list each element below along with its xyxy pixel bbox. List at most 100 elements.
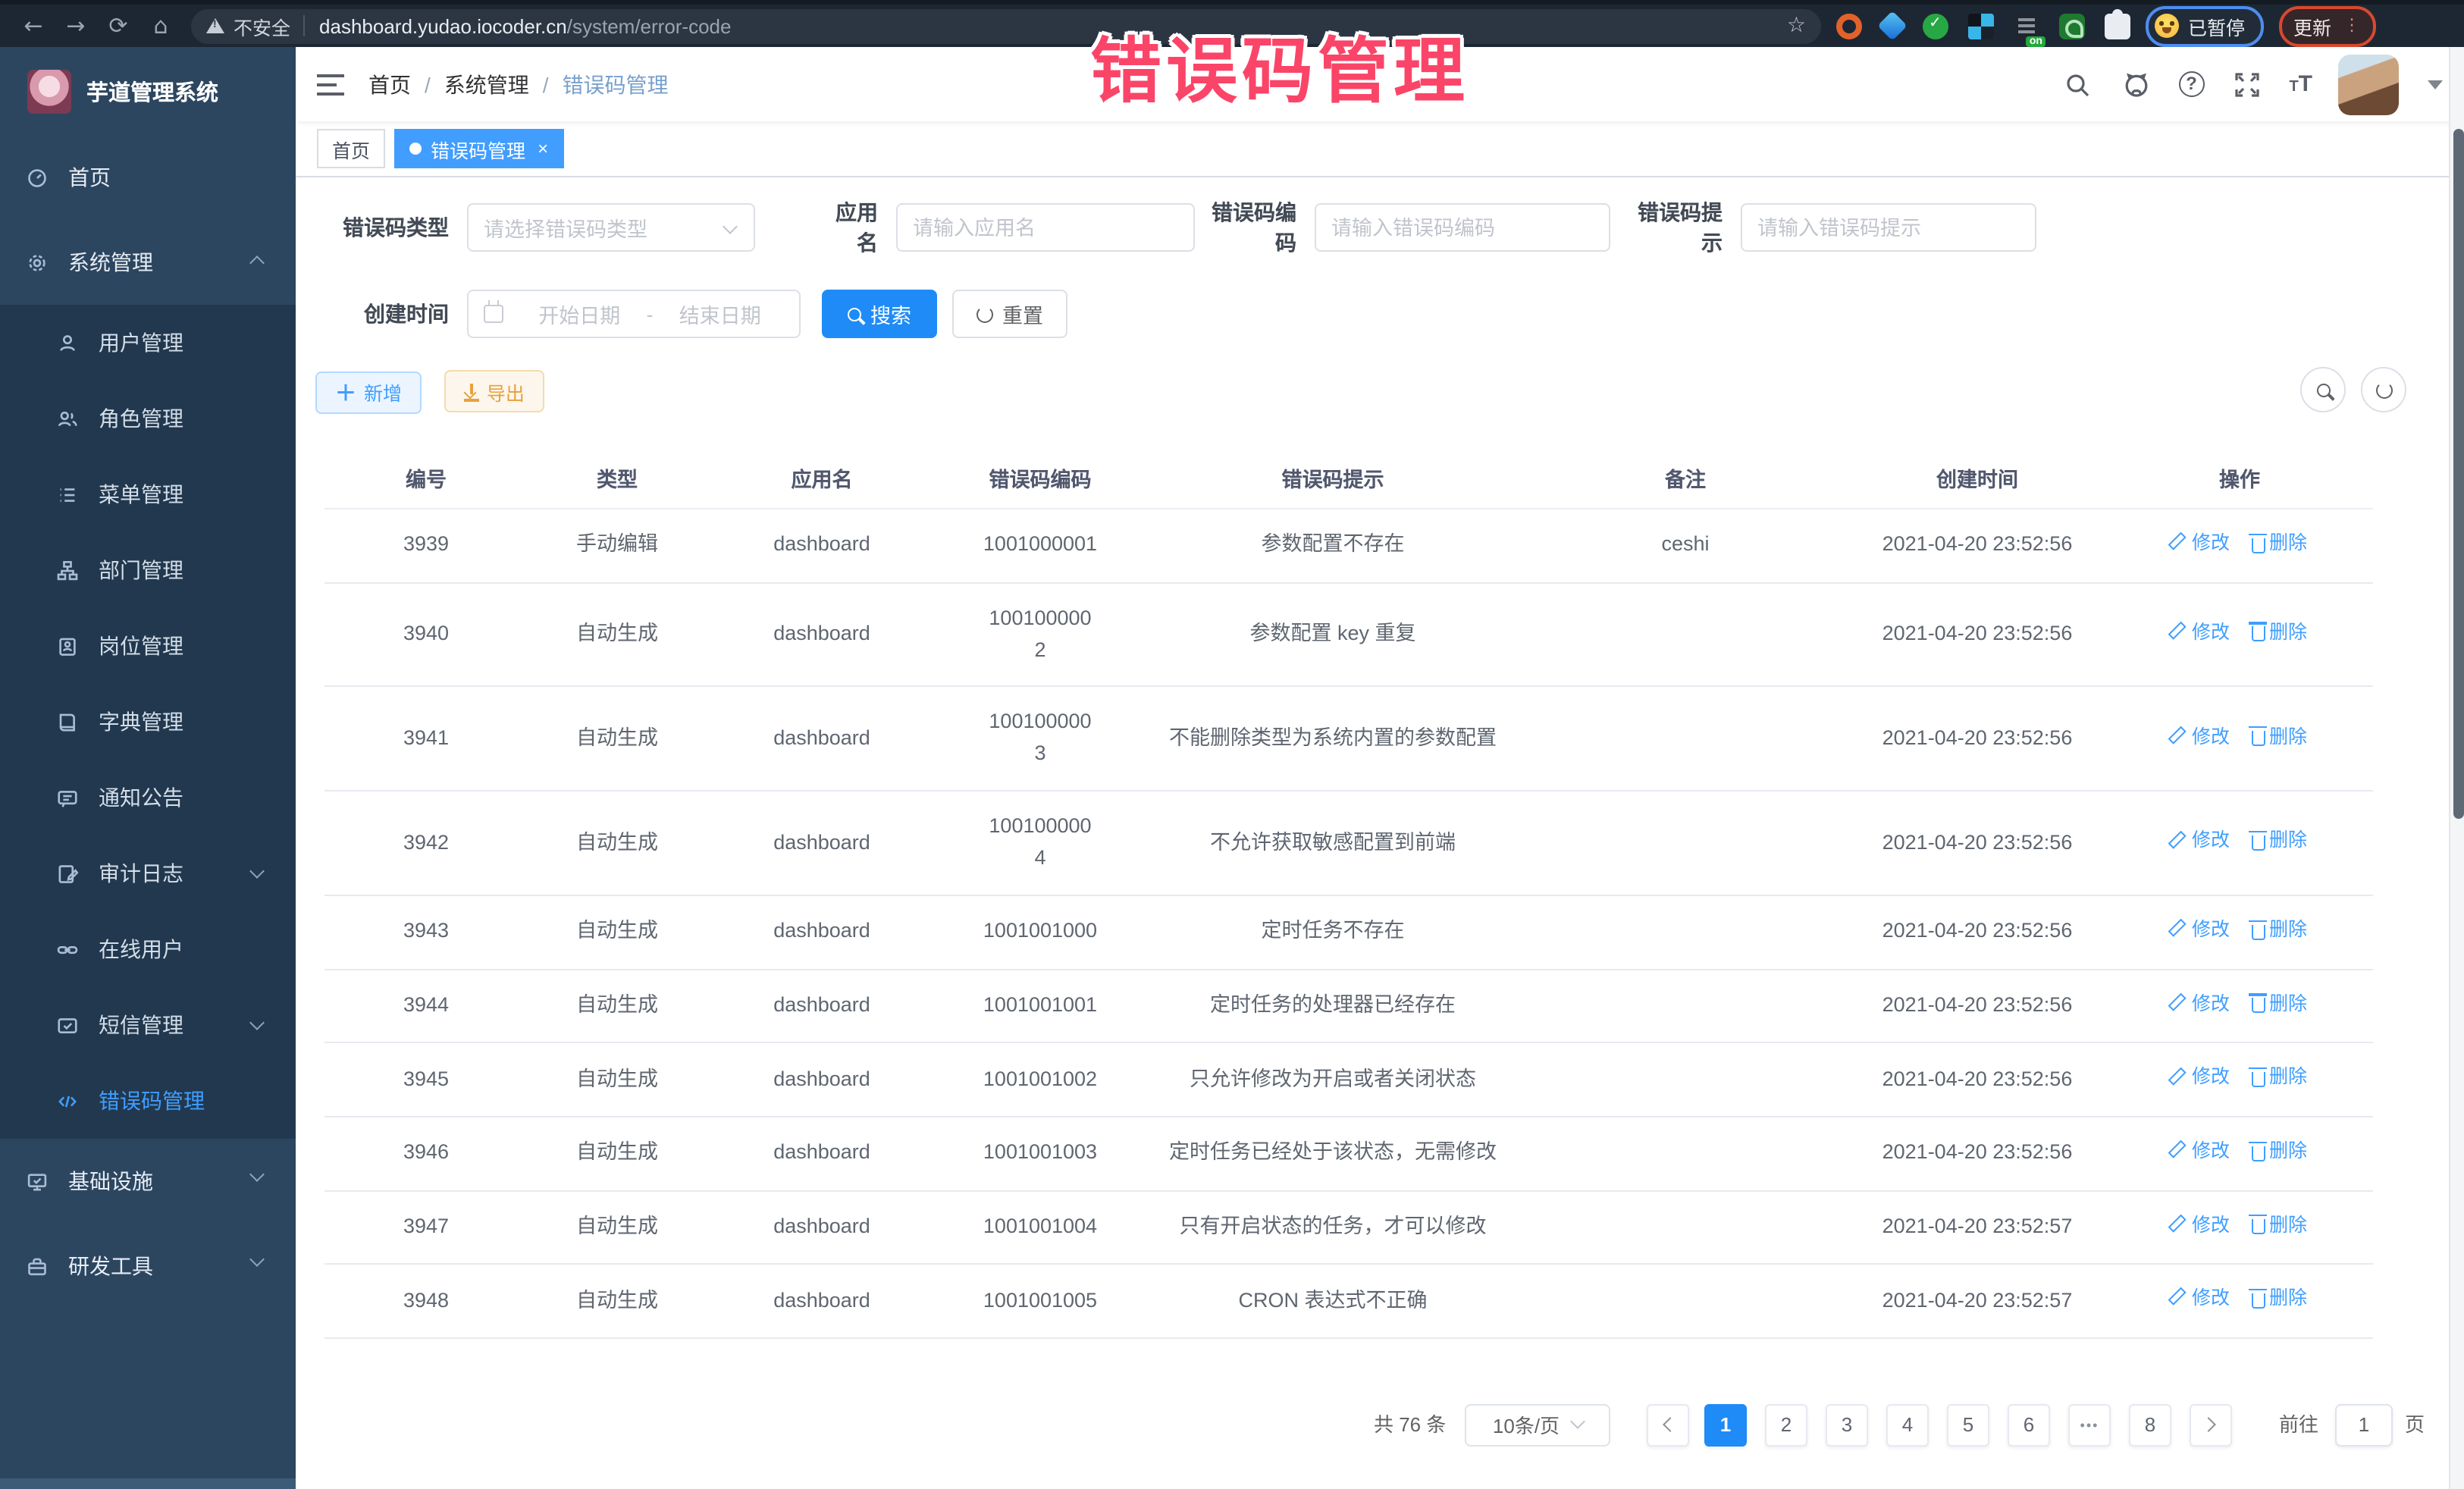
edit-link[interactable]: 修改: [2172, 1211, 2230, 1240]
app-name-input[interactable]: [913, 216, 1178, 239]
edit-link[interactable]: 修改: [2172, 916, 2230, 945]
date-range-picker[interactable]: 开始日期 - 结束日期: [467, 290, 801, 338]
help-icon[interactable]: ?: [2178, 71, 2204, 97]
extensions-puzzle-icon[interactable]: [2105, 13, 2130, 39]
url-text[interactable]: dashboard.yudao.iocoder.cn/system/error-…: [319, 14, 1787, 37]
sidebar-item-home[interactable]: 首页: [0, 135, 296, 220]
edit-link[interactable]: 修改: [2172, 1284, 2230, 1314]
sidebar-item-users[interactable]: 用户管理: [0, 305, 296, 381]
browser-reload-icon[interactable]: ⟳: [97, 12, 140, 39]
sidebar-item-announcements[interactable]: 通知公告: [0, 760, 296, 835]
add-button[interactable]: ＋ 新增: [315, 371, 422, 413]
delete-link[interactable]: 删除: [2251, 990, 2307, 1020]
breadcrumb-current: 错误码管理: [563, 69, 669, 99]
error-hint-input[interactable]: [1757, 216, 2020, 239]
page-button-6[interactable]: 6: [2008, 1404, 2050, 1447]
sidebar-item-infrastructure[interactable]: 基础设施: [0, 1139, 296, 1224]
prev-page-button[interactable]: [1647, 1404, 1689, 1447]
sidebar-item-devtools[interactable]: 研发工具: [0, 1224, 296, 1309]
browser-menu-kebab-icon[interactable]: ⋮: [2343, 23, 2360, 29]
extension-gem-icon[interactable]: [1877, 11, 1908, 41]
delete-link[interactable]: 删除: [2251, 723, 2307, 752]
delete-link[interactable]: 删除: [2251, 827, 2307, 857]
bookmark-star-icon[interactable]: ☆: [1787, 14, 1806, 38]
edit-link[interactable]: 修改: [2172, 529, 2230, 559]
sidebar-item-error-codes[interactable]: 错误码管理: [0, 1063, 296, 1139]
next-page-button[interactable]: [2190, 1404, 2232, 1447]
delete-link[interactable]: 删除: [2251, 1284, 2307, 1314]
scrollbar-thumb[interactable]: [2453, 129, 2463, 819]
delete-link[interactable]: 删除: [2251, 1137, 2307, 1167]
page-button-5[interactable]: 5: [1947, 1404, 1989, 1447]
delete-link[interactable]: 删除: [2251, 618, 2307, 647]
extension-grid-icon[interactable]: [1968, 13, 1994, 39]
page-button-4[interactable]: 4: [1886, 1404, 1929, 1447]
font-size-icon[interactable]: TT: [2289, 71, 2312, 97]
delete-link[interactable]: 删除: [2251, 916, 2307, 945]
edit-link[interactable]: 修改: [2172, 1137, 2230, 1167]
avatar[interactable]: [2338, 54, 2399, 114]
delete-link[interactable]: 删除: [2251, 529, 2307, 559]
page-button-8[interactable]: 8: [2129, 1404, 2171, 1447]
sidebar-item-departments[interactable]: 部门管理: [0, 532, 296, 608]
sidebar-item-posts[interactable]: 岗位管理: [0, 608, 296, 684]
github-icon[interactable]: [2119, 67, 2152, 101]
online-users-icon: [56, 938, 79, 961]
breadcrumb-system[interactable]: 系统管理: [444, 69, 529, 99]
delete-link[interactable]: 删除: [2251, 1064, 2307, 1093]
fullscreen-icon[interactable]: [2230, 67, 2263, 101]
sidebar-item-system[interactable]: 系统管理: [0, 220, 296, 305]
browser-home-icon[interactable]: ⌂: [140, 12, 182, 39]
table-row: 3948 自动生成 dashboard 1001001005 CRON 表达式不…: [324, 1264, 2373, 1337]
extension-list-on-icon[interactable]: [2014, 13, 2039, 39]
error-type-select[interactable]: 请选择错误码类型: [467, 203, 755, 252]
tab-error-codes[interactable]: 错误码管理 ×: [394, 129, 563, 168]
add-button-label: 新增: [364, 378, 402, 406]
browser-back-icon[interactable]: ←: [12, 12, 55, 39]
browser-forward-icon[interactable]: →: [55, 12, 97, 39]
tab-home[interactable]: 首页: [317, 129, 385, 168]
profile-paused-badge[interactable]: 已暂停: [2146, 5, 2263, 46]
app-logo-row[interactable]: 芋道管理系统: [0, 47, 296, 135]
browser-update-button[interactable]: 更新 ⋮: [2278, 5, 2375, 46]
sidebar-item-sms[interactable]: 短信管理: [0, 987, 296, 1063]
delete-link[interactable]: 删除: [2251, 1211, 2307, 1240]
page-size-select[interactable]: 10条/页: [1465, 1404, 1610, 1447]
sidebar-item-menus[interactable]: 菜单管理: [0, 456, 296, 532]
edit-link[interactable]: 修改: [2172, 990, 2230, 1020]
not-secure-label[interactable]: 不安全: [234, 11, 290, 40]
extension-v2ex-icon[interactable]: [1923, 13, 1948, 39]
sidebar-item-roles[interactable]: 角色管理: [0, 381, 296, 456]
sidebar-collapse-bar[interactable]: [0, 1478, 296, 1489]
edit-link[interactable]: 修改: [2172, 618, 2230, 647]
show-search-toggle-button[interactable]: [2300, 367, 2346, 412]
edit-link[interactable]: 修改: [2172, 723, 2230, 752]
extension-ubiquity-icon[interactable]: [1836, 13, 1862, 39]
sidebar-item-online-users[interactable]: 在线用户: [0, 911, 296, 987]
edit-link[interactable]: 修改: [2172, 827, 2230, 857]
page-button-1[interactable]: 1: [1704, 1404, 1747, 1447]
search-button[interactable]: 搜索: [822, 290, 937, 338]
select-placeholder: 请选择错误码类型: [484, 212, 647, 243]
refresh-table-button[interactable]: [2361, 367, 2406, 412]
goto-page-input[interactable]: [2337, 1406, 2391, 1445]
cell-actions: 修改 删除: [2106, 687, 2373, 792]
sidebar-item-dictionary[interactable]: 字典管理: [0, 684, 296, 760]
extension-key-icon[interactable]: [2059, 13, 2085, 39]
error-code-input[interactable]: [1331, 216, 1594, 239]
avatar-caret-icon[interactable]: [2428, 80, 2443, 89]
page-button-3[interactable]: 3: [1826, 1404, 1868, 1447]
close-tab-icon[interactable]: ×: [538, 138, 548, 159]
sidebar-item-audit-log[interactable]: 审计日志: [0, 835, 296, 911]
reset-button[interactable]: 重置: [952, 290, 1067, 338]
header-search-icon[interactable]: [2060, 67, 2093, 101]
breadcrumb-home[interactable]: 首页: [368, 69, 411, 99]
reset-icon: [977, 306, 993, 322]
edit-link[interactable]: 修改: [2172, 1064, 2230, 1093]
page-button-2[interactable]: 2: [1765, 1404, 1807, 1447]
edit-icon: [2172, 923, 2187, 939]
address-bar[interactable]: 不安全 dashboard.yudao.iocoder.cn/system/er…: [191, 8, 1821, 43]
more-pages-button[interactable]: •••: [2068, 1404, 2111, 1447]
hamburger-icon[interactable]: [317, 74, 344, 95]
export-button[interactable]: 导出: [444, 370, 544, 412]
